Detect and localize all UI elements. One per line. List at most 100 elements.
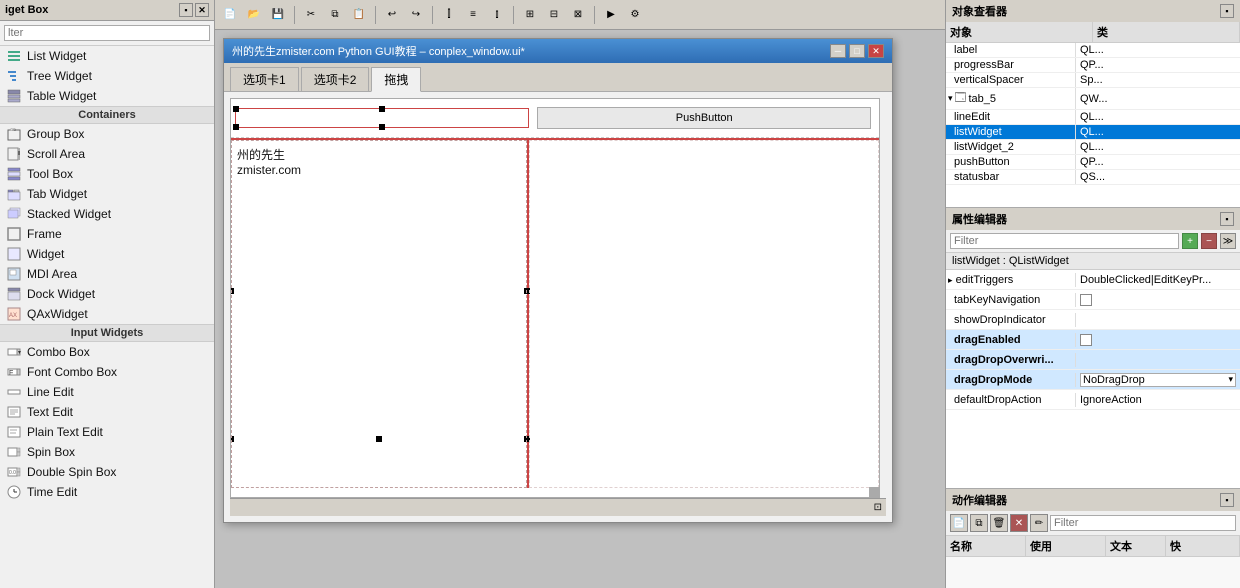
prop-filter-input[interactable]: [950, 233, 1179, 249]
double-spin-box-icon: 0.0: [6, 464, 22, 480]
prop-row-dragdropmode[interactable]: dragDropMode NoDragDrop ▾: [946, 370, 1240, 390]
tabkey-checkbox[interactable]: [1080, 294, 1092, 306]
action-editor-pin[interactable]: ▪: [1220, 493, 1234, 507]
paste-button[interactable]: 📋: [348, 4, 370, 26]
group-box-item[interactable]: GB Group Box: [0, 124, 214, 144]
new-button[interactable]: 📄: [219, 4, 241, 26]
obj-name-label: label: [946, 43, 1076, 57]
copy-button[interactable]: ⧉: [324, 4, 346, 26]
prop-remove-button[interactable]: −: [1201, 233, 1217, 249]
obj-row-lineedit[interactable]: lineEdit QL...: [946, 110, 1240, 125]
undo-button[interactable]: ↩: [381, 4, 403, 26]
time-edit-item[interactable]: Time Edit: [0, 482, 214, 502]
align-left[interactable]: ⫿: [438, 4, 460, 26]
prop-more-button[interactable]: ≫: [1220, 233, 1236, 249]
prop-row-showdrop[interactable]: showDropIndicator: [946, 310, 1240, 330]
obj-name-vspacer: verticalSpacer: [946, 73, 1076, 87]
table-item[interactable]: Table Widget: [0, 86, 214, 106]
pin-button[interactable]: ▪: [179, 3, 193, 17]
action-copy-btn[interactable]: ⧉: [970, 514, 988, 532]
maximize-button[interactable]: □: [849, 44, 865, 58]
tab-3[interactable]: 拖拽: [371, 67, 421, 92]
handle-bl: [233, 124, 239, 130]
grid2-button[interactable]: ⊟: [543, 4, 565, 26]
dragdropmode-dropdown[interactable]: NoDragDrop ▾: [1080, 373, 1236, 387]
mdi-area-item[interactable]: MDI Area: [0, 264, 214, 284]
plain-text-edit-item[interactable]: Plain Text Edit: [0, 422, 214, 442]
action-new-btn[interactable]: 📄: [950, 514, 968, 532]
prop-name-dragenabled: dragEnabled: [946, 333, 1076, 347]
list-item[interactable]: List Widget: [0, 46, 214, 66]
obj-row-tab5[interactable]: ▾ 🗔 tab_5 QW...: [946, 88, 1240, 110]
scroll-area-icon: [6, 146, 22, 162]
frame-item[interactable]: Frame: [0, 224, 214, 244]
dock-widget-item[interactable]: Dock Widget: [0, 284, 214, 304]
push-button-widget[interactable]: PushButton: [537, 107, 871, 129]
redo-button[interactable]: ↪: [405, 4, 427, 26]
close-window-button[interactable]: ✕: [868, 44, 884, 58]
text-edit-item[interactable]: Text Edit: [0, 402, 214, 422]
play-button[interactable]: ▶: [600, 4, 622, 26]
table-icon: [6, 88, 22, 104]
save-button[interactable]: 💾: [267, 4, 289, 26]
action-edit-btn[interactable]: ✏: [1030, 514, 1048, 532]
prop-add-button[interactable]: +: [1182, 233, 1198, 249]
designer-window: 州的先生zmister.com Python GUI教程 – conplex_w…: [223, 38, 893, 523]
obj-row-pushbutton[interactable]: pushButton QP...: [946, 155, 1240, 170]
time-edit-label: Time Edit: [27, 485, 77, 499]
qax-icon: AX: [6, 306, 22, 322]
filter-input[interactable]: [4, 25, 210, 41]
qax-widget-item[interactable]: AX QAxWidget: [0, 304, 214, 324]
view-button[interactable]: ⊠: [567, 4, 589, 26]
obj-type-label: QL...: [1076, 43, 1240, 57]
align-right[interactable]: ⫾: [486, 4, 508, 26]
tab-1[interactable]: 选项卡1: [230, 67, 299, 91]
action-del-btn[interactable]: 🗑: [990, 514, 1008, 532]
prop-row-dragdropoverwri[interactable]: dragDropOverwri...: [946, 350, 1240, 370]
tab-2[interactable]: 选项卡2: [301, 67, 370, 91]
tab-widget-item[interactable]: Tab Widget: [0, 184, 214, 204]
grid-button[interactable]: ⊞: [519, 4, 541, 26]
handle-bottom-m: [376, 436, 382, 442]
obj-row-vspacer[interactable]: verticalSpacer Sp...: [946, 73, 1240, 88]
obj-row-listwidget2[interactable]: listWidget_2 QL...: [946, 140, 1240, 155]
open-button[interactable]: 📂: [243, 4, 265, 26]
dragenabled-checkbox[interactable]: [1080, 334, 1092, 346]
font-combo-box-item[interactable]: F Font Combo Box: [0, 362, 214, 382]
tree-item[interactable]: Tree Widget: [0, 66, 214, 86]
containers-category: Containers: [0, 106, 214, 124]
obj-inspector-pin[interactable]: ▪: [1220, 4, 1234, 18]
prop-row-tabkey[interactable]: tabKeyNavigation: [946, 290, 1240, 310]
minimize-button[interactable]: ─: [830, 44, 846, 58]
obj-row-listwidget[interactable]: listWidget QL...: [946, 125, 1240, 140]
obj-name-statusbar: statusbar: [946, 170, 1076, 184]
stacked-widget-item[interactable]: Stacked Widget: [0, 204, 214, 224]
tool-box-item[interactable]: Tool Box: [0, 164, 214, 184]
obj-row-statusbar[interactable]: statusbar QS...: [946, 170, 1240, 185]
prop-row-defaultdropaction[interactable]: defaultDropAction IgnoreAction: [946, 390, 1240, 410]
property-table: ▸ editTriggers DoubleClicked|EditKeyPr..…: [946, 270, 1240, 488]
spin-box-icon: [6, 444, 22, 460]
prop-name-dragdropmode: dragDropMode: [946, 373, 1076, 387]
design-canvas[interactable]: PushButton: [230, 98, 880, 498]
align-center[interactable]: ≡: [462, 4, 484, 26]
line-edit-item[interactable]: Line Edit: [0, 382, 214, 402]
cut-button[interactable]: ✂: [300, 4, 322, 26]
close-panel-button[interactable]: ✕: [195, 3, 209, 17]
spin-box-item[interactable]: Spin Box: [0, 442, 214, 462]
obj-row-progressbar[interactable]: progressBar QP...: [946, 58, 1240, 73]
widget-item[interactable]: Widget: [0, 244, 214, 264]
prop-editor-pin[interactable]: ▪: [1220, 212, 1234, 226]
action-delete-btn[interactable]: ✕: [1010, 514, 1028, 532]
action-toolbar: 📄 ⧉ 🗑 ✕ ✏: [946, 511, 1240, 536]
obj-row-label[interactable]: label QL...: [946, 43, 1240, 58]
scroll-area-item[interactable]: Scroll Area: [0, 144, 214, 164]
window-content: PushButton: [224, 92, 892, 522]
double-spin-box-item[interactable]: 0.0 Double Spin Box: [0, 462, 214, 482]
prop-row-edittriggers[interactable]: ▸ editTriggers DoubleClicked|EditKeyPr..…: [946, 270, 1240, 290]
resize-handle[interactable]: [869, 487, 879, 497]
settings-button[interactable]: ⚙: [624, 4, 646, 26]
prop-row-dragenabled[interactable]: dragEnabled: [946, 330, 1240, 350]
combo-box-item[interactable]: ▾ Combo Box: [0, 342, 214, 362]
action-filter-input[interactable]: [1050, 515, 1236, 531]
